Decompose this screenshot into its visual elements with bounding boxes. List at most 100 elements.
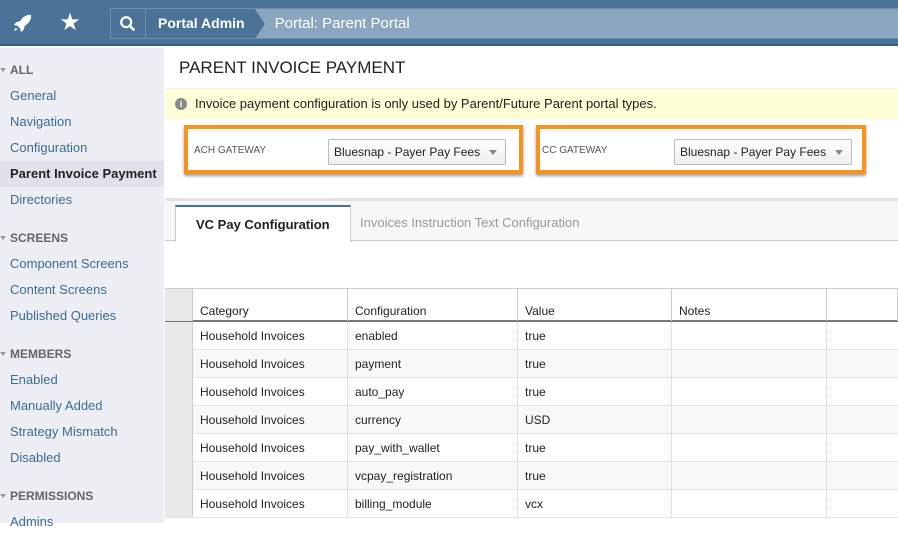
section-all[interactable]: ALL (0, 57, 164, 83)
search-icon[interactable] (111, 9, 146, 38)
table-row[interactable]: Household Invoices vcpay_registration true (165, 462, 898, 490)
cell-extra (827, 434, 898, 461)
cell-extra (827, 350, 898, 377)
col-value[interactable]: Value (518, 289, 672, 321)
table-row[interactable]: Household Invoices enabled true (165, 322, 898, 350)
table-row[interactable]: Household Invoices pay_with_wallet true (165, 434, 898, 462)
row-gutter (165, 322, 193, 349)
sidebar-item-component-screens[interactable]: Component Screens (0, 251, 164, 277)
cell-category[interactable]: Household Invoices (193, 378, 348, 405)
tab-invoices-instruction-text[interactable]: Invoices Instruction Text Configuration (340, 205, 599, 242)
section-permissions[interactable]: PERMISSIONS (0, 483, 164, 509)
cell-notes[interactable] (672, 490, 827, 517)
row-gutter (165, 406, 193, 433)
cell-value[interactable]: vcx (518, 490, 672, 517)
breadcrumb-portal-admin[interactable]: Portal Admin (146, 9, 265, 39)
cell-value[interactable]: true (518, 350, 672, 377)
col-category[interactable]: Category (193, 289, 348, 321)
sidebar-item-directories[interactable]: Directories (0, 187, 164, 213)
cell-category[interactable]: Household Invoices (193, 490, 348, 517)
cell-configuration[interactable]: pay_with_wallet (348, 434, 518, 461)
cell-notes[interactable] (672, 434, 827, 461)
ach-gateway-box: ACH GATEWAY Bluesnap - Payer Pay Fees (184, 125, 523, 174)
notice-banner: i Invoice payment configuration is only … (165, 88, 898, 119)
cell-extra (827, 322, 898, 349)
cell-value[interactable]: true (518, 322, 672, 349)
cell-extra (827, 490, 898, 517)
cell-category[interactable]: Household Invoices (193, 322, 348, 349)
cell-notes[interactable] (672, 462, 827, 489)
sidebar-item-content-screens[interactable]: Content Screens (0, 277, 164, 303)
row-gutter (165, 378, 193, 405)
row-gutter (165, 289, 193, 321)
cell-notes[interactable] (672, 350, 827, 377)
rocket-icon[interactable] (7, 8, 37, 38)
cell-configuration[interactable]: enabled (348, 322, 518, 349)
tab-vc-pay-configuration[interactable]: VC Pay Configuration (175, 205, 351, 242)
cell-configuration[interactable]: billing_module (348, 490, 518, 517)
table-row[interactable]: Household Invoices auto_pay true (165, 378, 898, 406)
info-icon: i (175, 98, 187, 110)
sidebar-item-disabled[interactable]: Disabled (0, 445, 164, 471)
cell-extra (827, 462, 898, 489)
section-members[interactable]: MEMBERS (0, 341, 164, 367)
main-content: PARENT INVOICE PAYMENT i Invoice payment… (165, 48, 898, 523)
top-nav-bar: ★ Portal Admin Portal: Parent Portal (0, 0, 898, 46)
cell-value[interactable]: true (518, 378, 672, 405)
chevron-down-icon (489, 150, 497, 155)
cell-category[interactable]: Household Invoices (193, 462, 348, 489)
ach-gateway-value: Bluesnap - Payer Pay Fees (334, 145, 481, 159)
section-screens[interactable]: SCREENS (0, 225, 164, 251)
cell-configuration[interactable]: currency (348, 406, 518, 433)
tab-bar: VC Pay Configuration Invoices Instructio… (165, 205, 898, 242)
cell-category[interactable]: Household Invoices (193, 434, 348, 461)
cc-gateway-value: Bluesnap - Payer Pay Fees (680, 145, 827, 159)
notice-text: Invoice payment configuration is only us… (195, 96, 657, 111)
star-icon[interactable]: ★ (55, 8, 85, 38)
sidebar-item-manually-added[interactable]: Manually Added (0, 393, 164, 419)
ach-gateway-select[interactable]: Bluesnap - Payer Pay Fees (328, 139, 506, 165)
cell-extra (827, 406, 898, 433)
sidebar-item-admins[interactable]: Admins (0, 509, 164, 535)
sidebar-item-parent-invoice-payment[interactable]: Parent Invoice Payment (0, 161, 164, 187)
row-gutter (165, 350, 193, 377)
breadcrumb: Portal Admin Portal: Parent Portal (110, 8, 898, 39)
chevron-down-icon (835, 150, 843, 155)
table-row[interactable]: Household Invoices billing_module vcx (165, 490, 898, 518)
cell-configuration[interactable]: auto_pay (348, 378, 518, 405)
row-gutter (165, 490, 193, 517)
cell-notes[interactable] (672, 322, 827, 349)
sidebar: ALL General Navigation Configuration Par… (0, 48, 164, 529)
page-title: PARENT INVOICE PAYMENT (179, 58, 406, 77)
sidebar-item-navigation[interactable]: Navigation (0, 109, 164, 135)
cc-gateway-select[interactable]: Bluesnap - Payer Pay Fees (674, 139, 852, 165)
cc-gateway-box: CC GATEWAY Bluesnap - Payer Pay Fees (536, 125, 866, 174)
cc-gateway-label: CC GATEWAY (542, 145, 608, 156)
cell-configuration[interactable]: payment (348, 350, 518, 377)
cell-configuration[interactable]: vcpay_registration (348, 462, 518, 489)
config-table: Category Configuration Value Notes House… (165, 288, 898, 518)
cell-category[interactable]: Household Invoices (193, 350, 348, 377)
row-gutter (165, 462, 193, 489)
cell-extra (827, 378, 898, 405)
sidebar-item-enabled[interactable]: Enabled (0, 367, 164, 393)
row-gutter (165, 434, 193, 461)
tab-content (165, 242, 898, 288)
sidebar-item-configuration[interactable]: Configuration (0, 135, 164, 161)
sidebar-item-strategy-mismatch[interactable]: Strategy Mismatch (0, 419, 164, 445)
table-row[interactable]: Household Invoices currency USD (165, 406, 898, 434)
breadcrumb-current: Portal: Parent Portal (274, 15, 410, 32)
table-row[interactable]: Household Invoices payment true (165, 350, 898, 378)
cell-notes[interactable] (672, 378, 827, 405)
col-configuration[interactable]: Configuration (348, 289, 518, 321)
sidebar-item-general[interactable]: General (0, 83, 164, 109)
cell-notes[interactable] (672, 406, 827, 433)
col-extra (827, 289, 898, 321)
col-notes[interactable]: Notes (672, 289, 827, 321)
cell-value[interactable]: true (518, 434, 672, 461)
sidebar-item-published-queries[interactable]: Published Queries (0, 303, 164, 329)
cell-category[interactable]: Household Invoices (193, 406, 348, 433)
table-header: Category Configuration Value Notes (165, 288, 898, 322)
cell-value[interactable]: true (518, 462, 672, 489)
cell-value[interactable]: USD (518, 406, 672, 433)
